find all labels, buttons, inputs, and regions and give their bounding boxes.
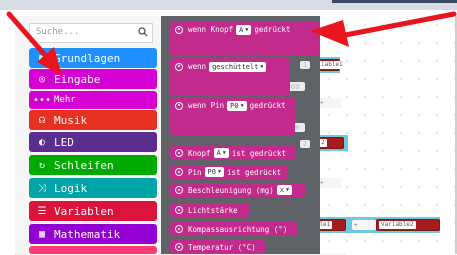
red-arrow-icon bbox=[6, 11, 457, 76]
